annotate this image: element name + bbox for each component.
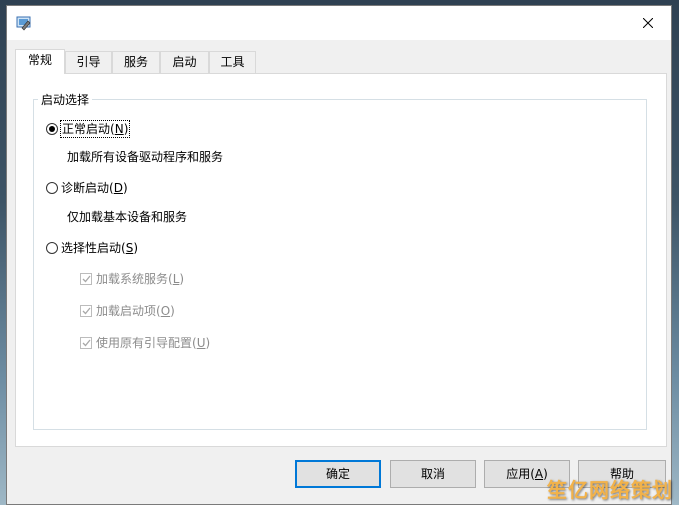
title-bar[interactable] <box>7 6 671 40</box>
normal-startup-radio[interactable]: 正常启动(N) <box>46 120 131 138</box>
diagnostic-startup-label: 诊断启动 <box>61 181 110 195</box>
system-configuration-window: 常规 引导 服务 启动 工具 启动选择 正常启动(N) 加载所有设备驱动程序和服… <box>6 5 672 505</box>
diagnostic-startup-description: 仅加载基本设备和服务 <box>67 210 188 224</box>
load-startup-items-checkbox[interactable]: 加载启动项(O) <box>80 303 175 319</box>
diagnostic-startup-accel: D <box>113 181 123 195</box>
ok-button[interactable]: 确定 <box>295 460 381 488</box>
use-original-boot-config-checkbox[interactable]: 使用原有引导配置(U) <box>80 335 210 351</box>
checkbox-box <box>80 273 92 285</box>
load-system-services-checkbox[interactable]: 加载系统服务(L) <box>80 271 184 287</box>
load-system-services-label: 加载系统服务 <box>96 272 169 286</box>
normal-startup-label: 正常启动 <box>62 122 111 136</box>
site-watermark: 笙亿网络策划 <box>547 478 673 502</box>
normal-startup-description: 加载所有设备驱动程序和服务 <box>67 150 224 164</box>
diagnostic-startup-radio[interactable]: 诊断启动(D) <box>46 180 128 196</box>
use-original-boot-config-accel: U <box>196 336 206 350</box>
load-startup-items-label: 加载启动项 <box>96 304 157 318</box>
checkbox-box <box>80 305 92 317</box>
tab-tools[interactable]: 工具 <box>209 51 256 73</box>
tab-startup[interactable]: 启动 <box>160 51 209 73</box>
load-system-services-accel: L <box>172 272 180 286</box>
checkmark-icon <box>82 275 91 283</box>
close-icon <box>643 18 653 28</box>
tab-boot[interactable]: 引导 <box>65 51 112 73</box>
startup-selection-title: 启动选择 <box>38 93 93 107</box>
close-button[interactable] <box>625 6 671 40</box>
checkmark-icon <box>82 339 91 347</box>
msconfig-app-icon <box>16 15 32 31</box>
selective-startup-label: 选择性启动 <box>61 241 122 255</box>
apply-button-accel: A <box>534 467 544 481</box>
selective-startup-radio[interactable]: 选择性启动(S) <box>46 240 138 256</box>
tab-general[interactable]: 常规 <box>15 49 65 74</box>
general-tab-panel: 启动选择 正常启动(N) 加载所有设备驱动程序和服务 诊断启动(D) 仅加载基本… <box>15 73 667 447</box>
radio-unselected-indicator <box>46 242 58 254</box>
load-startup-items-accel: O <box>160 304 171 318</box>
apply-button-label: 应用 <box>506 467 531 481</box>
cancel-button[interactable]: 取消 <box>390 460 476 488</box>
checkbox-box <box>80 337 92 349</box>
checkmark-icon <box>82 307 91 315</box>
radio-selected-indicator <box>46 123 58 135</box>
selective-startup-accel: S <box>125 241 134 255</box>
normal-startup-accel: N <box>114 122 124 136</box>
radio-unselected-indicator <box>46 182 58 194</box>
use-original-boot-config-label: 使用原有引导配置 <box>96 336 193 350</box>
tab-services[interactable]: 服务 <box>112 51 160 73</box>
